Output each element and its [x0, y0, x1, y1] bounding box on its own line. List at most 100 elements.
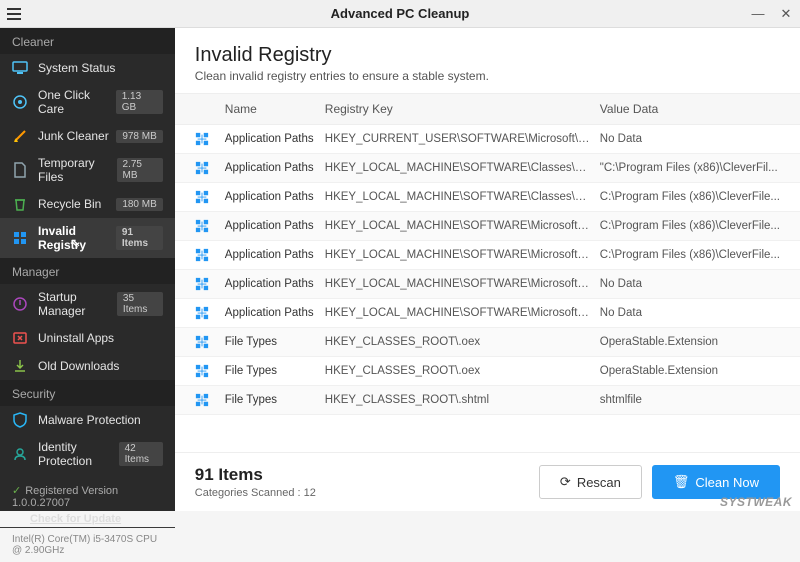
- table-row[interactable]: File TypesHKEY_CLASSES_ROOT\.oexOperaSta…: [175, 328, 800, 357]
- table-body[interactable]: Application Paths HKEY_CURRENT_USER\SOFTW…: [175, 125, 800, 452]
- monitor-icon: [12, 60, 28, 76]
- row-key: HKEY_LOCAL_MACHINE\SOFTWARE\Microsoft\Wi…: [325, 278, 600, 290]
- cpu-info: Intel(R) Core(TM) i5-3470S CPU @ 2.90GHz: [0, 527, 175, 562]
- table-row[interactable]: Application PathsHKEY_LOCAL_MACHINE\SOFT…: [175, 270, 800, 299]
- refresh-icon: ⟳: [560, 474, 571, 490]
- section-manager: Manager: [0, 258, 175, 284]
- row-key: HKEY_CLASSES_ROOT\.oex: [325, 365, 600, 377]
- nav-label: Identity Protection: [38, 440, 119, 468]
- registry-row-icon: [195, 132, 225, 146]
- col-key: Registry Key: [325, 102, 600, 116]
- sidebar-item-recycle-bin[interactable]: Recycle Bin 180 MB: [0, 190, 175, 218]
- row-value: No Data: [600, 307, 780, 319]
- hamburger-menu-icon[interactable]: [0, 0, 28, 28]
- nav-label: Uninstall Apps: [38, 331, 114, 345]
- table-row[interactable]: File TypesHKEY_CLASSES_ROOT\.oexOperaSta…: [175, 357, 800, 386]
- registry-row-icon: [195, 306, 225, 320]
- sidebar: Cleaner System Status One Click Care 1.1…: [0, 28, 175, 511]
- minimize-button[interactable]: —: [744, 0, 772, 28]
- check-update-link[interactable]: Check for Update: [30, 513, 163, 525]
- nav-badge: 42 Items: [119, 442, 163, 466]
- registry-row-icon: [195, 219, 225, 233]
- nav-label: Invalid Registry: [38, 224, 116, 252]
- row-value: C:\Program Files (x86)\CleverFile...: [600, 191, 780, 203]
- table-row[interactable]: Application PathsHKEY_LOCAL_MACHINE\SOFT…: [175, 154, 800, 183]
- row-value: shtmlfile: [600, 394, 780, 406]
- section-security: Security: [0, 380, 175, 406]
- rescan-button[interactable]: ⟳ Rescan: [539, 465, 642, 499]
- row-key: HKEY_LOCAL_MACHINE\SOFTWARE\Classes\Appl…: [325, 162, 600, 174]
- startup-icon: [12, 296, 28, 312]
- table-row[interactable]: Application PathsHKEY_LOCAL_MACHINE\SOFT…: [175, 212, 800, 241]
- titlebar: Advanced PC Cleanup — ✕: [0, 0, 800, 28]
- sidebar-item-system-status[interactable]: System Status: [0, 54, 175, 82]
- page-title: Invalid Registry: [195, 44, 780, 67]
- recycle-icon: [12, 196, 28, 212]
- registry-row-icon: [195, 248, 225, 262]
- registry-row-icon: [195, 161, 225, 175]
- table-row[interactable]: Application PathsHKEY_LOCAL_MACHINE\SOFT…: [175, 299, 800, 328]
- registry-row-icon: [195, 190, 225, 204]
- registry-icon: [12, 230, 28, 246]
- page-subtitle: Clean invalid registry entries to ensure…: [195, 69, 780, 83]
- sidebar-item-uninstall-apps[interactable]: Uninstall Apps: [0, 324, 175, 352]
- row-key: HKEY_LOCAL_MACHINE\SOFTWARE\Classes\Appl…: [325, 191, 600, 203]
- clean-label: Clean Now: [695, 475, 759, 490]
- row-key: HKEY_LOCAL_MACHINE\SOFTWARE\Microsoft\Wi…: [325, 220, 600, 232]
- registry-row-icon: [195, 335, 225, 349]
- row-value: C:\Program Files (x86)\CleverFile...: [600, 220, 780, 232]
- click-icon: [12, 94, 28, 110]
- sidebar-item-one-click-care[interactable]: One Click Care 1.13 GB: [0, 82, 175, 122]
- uninstall-icon: [12, 330, 28, 346]
- download-icon: [12, 358, 28, 374]
- registry-row-icon: [195, 393, 225, 407]
- row-key: HKEY_CURRENT_USER\SOFTWARE\Microsoft\Win…: [325, 133, 600, 145]
- sidebar-item-startup-manager[interactable]: Startup Manager 35 Items: [0, 284, 175, 324]
- row-value: No Data: [600, 278, 780, 290]
- shield-icon: [12, 412, 28, 428]
- row-value: "C:\Program Files (x86)\CleverFil...: [600, 162, 780, 174]
- row-name: Application Paths: [225, 220, 325, 232]
- nav-label: Startup Manager: [38, 290, 117, 318]
- nav-label: Malware Protection: [38, 413, 141, 427]
- col-value: Value Data: [600, 102, 780, 116]
- nav-badge: 180 MB: [116, 198, 162, 211]
- row-name: Application Paths: [225, 249, 325, 261]
- categories-scanned: Categories Scanned : 12: [195, 487, 316, 499]
- nav-label: System Status: [38, 61, 115, 75]
- window-buttons: — ✕: [744, 0, 800, 28]
- registry-row-icon: [195, 277, 225, 291]
- rescan-label: Rescan: [577, 475, 621, 490]
- check-icon: ✓: [12, 485, 21, 497]
- row-name: File Types: [225, 394, 325, 406]
- footer-bar: 91 Items Categories Scanned : 12 ⟳ Resca…: [175, 452, 800, 511]
- identity-icon: [12, 446, 28, 462]
- nav-badge: 2.75 MB: [117, 158, 163, 182]
- nav-badge: 35 Items: [117, 292, 163, 316]
- nav-label: Junk Cleaner: [38, 129, 109, 143]
- sidebar-item-old-downloads[interactable]: Old Downloads: [0, 352, 175, 380]
- sidebar-item-junk-cleaner[interactable]: Junk Cleaner 978 MB: [0, 122, 175, 150]
- nav-label: Old Downloads: [38, 359, 119, 373]
- sidebar-item-malware-protection[interactable]: Malware Protection: [0, 406, 175, 434]
- nav-badge: 978 MB: [116, 130, 162, 143]
- sidebar-item-invalid-registry[interactable]: Invalid Registry 91 Items ⇖: [0, 218, 175, 258]
- sidebar-item-identity-protection[interactable]: Identity Protection 42 Items: [0, 434, 175, 474]
- table-row[interactable]: File TypesHKEY_CLASSES_ROOT\.shtmlshtmlf…: [175, 386, 800, 415]
- sidebar-item-temporary-files[interactable]: Temporary Files 2.75 MB: [0, 150, 175, 190]
- table-row[interactable]: Application PathsHKEY_LOCAL_MACHINE\SOFT…: [175, 241, 800, 270]
- nav-badge: 1.13 GB: [116, 90, 163, 114]
- row-name: File Types: [225, 365, 325, 377]
- table-row[interactable]: Application PathsHKEY_LOCAL_MACHINE\SOFT…: [175, 183, 800, 212]
- nav-badge: 91 Items: [116, 226, 163, 250]
- close-button[interactable]: ✕: [772, 0, 800, 28]
- sidebar-footer: ✓Registered Version 1.0.0.27007 Check fo…: [0, 474, 175, 527]
- registry-row-icon: [195, 364, 225, 378]
- table-row[interactable]: Application PathsHKEY_CURRENT_USER\SOFTW…: [175, 125, 800, 154]
- row-value: No Data: [600, 133, 780, 145]
- nav-label: One Click Care: [38, 88, 116, 116]
- section-cleaner: Cleaner: [0, 28, 175, 54]
- app-title: Advanced PC Cleanup: [331, 6, 470, 21]
- clean-now-button[interactable]: 🗑 Clean Now: [652, 465, 780, 499]
- row-name: File Types: [225, 336, 325, 348]
